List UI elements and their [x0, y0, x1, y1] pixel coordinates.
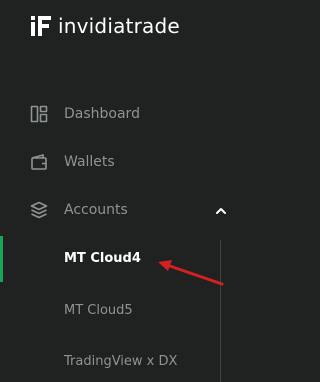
nav-label-wallets: Wallets: [64, 154, 115, 170]
dashboard-icon: [30, 105, 48, 123]
nav-item-dashboard[interactable]: Dashboard: [30, 102, 140, 126]
submenu-item-tradingview-dx[interactable]: TradingView x DX: [64, 351, 177, 371]
nav-item-wallets[interactable]: Wallets: [30, 150, 115, 174]
brand-name: invidiatrade: [58, 14, 180, 38]
sidebar: invidiatrade Dashboard Wallets Accounts …: [0, 0, 260, 382]
nav-label-dashboard: Dashboard: [64, 106, 140, 122]
active-indicator: [0, 236, 3, 282]
submenu-item-mt-cloud4[interactable]: MT Cloud4: [64, 248, 141, 268]
submenu-label: TradingView x DX: [64, 353, 178, 369]
chevron-up-icon[interactable]: [212, 202, 230, 220]
nav-item-accounts[interactable]: Accounts: [30, 198, 128, 222]
nav-label-accounts: Accounts: [64, 202, 128, 218]
logo-icon: [30, 14, 52, 38]
wallet-icon: [30, 153, 48, 171]
submenu-item-mt-cloud5[interactable]: MT Cloud5: [64, 300, 133, 320]
layers-icon: [30, 201, 48, 219]
submenu-label: MT Cloud4: [64, 250, 141, 266]
brand[interactable]: invidiatrade: [30, 14, 180, 38]
annotation-arrow-icon: [150, 252, 230, 292]
submenu-label: MT Cloud5: [64, 302, 133, 318]
